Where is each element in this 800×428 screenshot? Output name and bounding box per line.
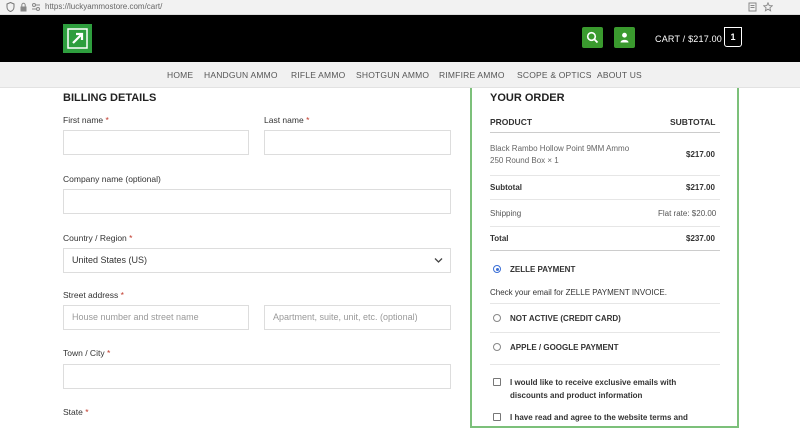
bookmark-star-icon[interactable]: [762, 1, 774, 12]
arrow-logo-icon: [67, 28, 88, 49]
street-placeholder: House number and street name: [72, 312, 199, 322]
your-order-title: YOUR ORDER: [490, 92, 565, 104]
divider: [490, 303, 720, 304]
state-label: State *: [63, 407, 89, 417]
address-url[interactable]: https://luckyammostore.com/cart/: [45, 1, 162, 13]
divider: [490, 332, 720, 333]
terms-checkbox[interactable]: [493, 413, 501, 421]
divider: [490, 250, 720, 251]
divider: [490, 199, 720, 200]
order-summary-panel: [470, 88, 739, 428]
cart-count-badge[interactable]: 1: [724, 27, 742, 47]
subtotal-label: Subtotal: [490, 183, 522, 192]
divider: [490, 175, 720, 176]
chevron-down-icon: [434, 258, 443, 263]
nav-about-us[interactable]: ABOUT US: [597, 70, 642, 80]
permissions-icon[interactable]: [31, 2, 41, 12]
site-logo[interactable]: [63, 24, 92, 53]
zelle-payment-label[interactable]: ZELLE PAYMENT: [510, 265, 575, 274]
divider: [490, 132, 720, 133]
first-name-label: First name *: [63, 115, 109, 125]
search-button[interactable]: [582, 27, 603, 48]
nav-handgun-ammo[interactable]: HANDGUN AMMO: [204, 70, 278, 80]
company-name-label: Company name (optional): [63, 174, 161, 184]
marketing-emails-label-line2[interactable]: discounts and product information: [510, 391, 642, 400]
first-name-field[interactable]: [63, 130, 249, 155]
billing-details-title: BILLING DETAILS: [63, 92, 157, 104]
cart-link[interactable]: CART / $217.00: [655, 34, 722, 44]
total-value: $237.00: [686, 234, 715, 243]
search-icon: [586, 31, 599, 44]
street2-placeholder: Apartment, suite, unit, etc. (optional): [273, 312, 418, 322]
shield-icon: [5, 1, 15, 13]
subtotal-column-header: SUBTOTAL: [670, 117, 716, 127]
country-label: Country / Region *: [63, 233, 133, 243]
divider: [490, 364, 720, 365]
reader-view-icon[interactable]: [747, 2, 757, 12]
user-icon: [620, 32, 629, 43]
marketing-emails-checkbox[interactable]: [493, 378, 501, 386]
total-label: Total: [490, 234, 509, 243]
order-item-name-line1: Black Rambo Hollow Point 9MM Ammo: [490, 144, 630, 153]
credit-card-label[interactable]: NOT ACTIVE (CREDIT CARD): [510, 314, 621, 323]
account-button[interactable]: [614, 27, 635, 48]
subtotal-value: $217.00: [686, 183, 715, 192]
browser-address-bar: https://luckyammostore.com/cart/: [0, 0, 800, 15]
divider: [490, 226, 720, 227]
product-column-header: PRODUCT: [490, 117, 533, 127]
zelle-payment-radio[interactable]: [493, 265, 501, 273]
main-navigation: HOME HANDGUN AMMO RIFLE AMMO SHOTGUN AMM…: [0, 62, 800, 88]
last-name-label: Last name *: [264, 115, 310, 125]
shipping-value: Flat rate: $20.00: [658, 209, 717, 218]
order-item-price: $217.00: [686, 150, 715, 159]
nav-rimfire-ammo[interactable]: RIMFIRE AMMO: [439, 70, 505, 80]
country-selected-value: United States (US): [72, 255, 148, 265]
nav-scope-optics[interactable]: SCOPE & OPTICS: [517, 70, 592, 80]
shipping-label: Shipping: [490, 209, 522, 218]
marketing-emails-label-line1[interactable]: I would like to receive exclusive emails…: [510, 378, 676, 387]
nav-shotgun-ammo[interactable]: SHOTGUN AMMO: [356, 70, 429, 80]
apple-google-pay-label[interactable]: APPLE / GOOGLE PAYMENT: [510, 343, 618, 352]
zelle-payment-note: Check your email for ZELLE PAYMENT INVOI…: [490, 288, 667, 297]
country-select[interactable]: United States (US): [63, 248, 451, 273]
lock-icon[interactable]: [18, 2, 28, 12]
company-name-field[interactable]: [63, 189, 451, 214]
city-label: Town / City *: [63, 348, 111, 358]
city-field[interactable]: [63, 364, 451, 389]
terms-label[interactable]: I have read and agree to the website ter…: [510, 413, 688, 422]
last-name-field[interactable]: [264, 130, 451, 155]
street-address-field[interactable]: House number and street name: [63, 305, 249, 330]
nav-rifle-ammo[interactable]: RIFLE AMMO: [291, 70, 345, 80]
nav-home[interactable]: HOME: [167, 70, 193, 80]
street-address-label: Street address *: [63, 290, 124, 300]
apple-google-pay-radio[interactable]: [493, 343, 501, 351]
credit-card-radio[interactable]: [493, 314, 501, 322]
street-address-2-field[interactable]: Apartment, suite, unit, etc. (optional): [264, 305, 451, 330]
site-header: CART / $217.00 1: [0, 15, 800, 62]
order-item-name-line2: 250 Round Box × 1: [490, 156, 559, 165]
